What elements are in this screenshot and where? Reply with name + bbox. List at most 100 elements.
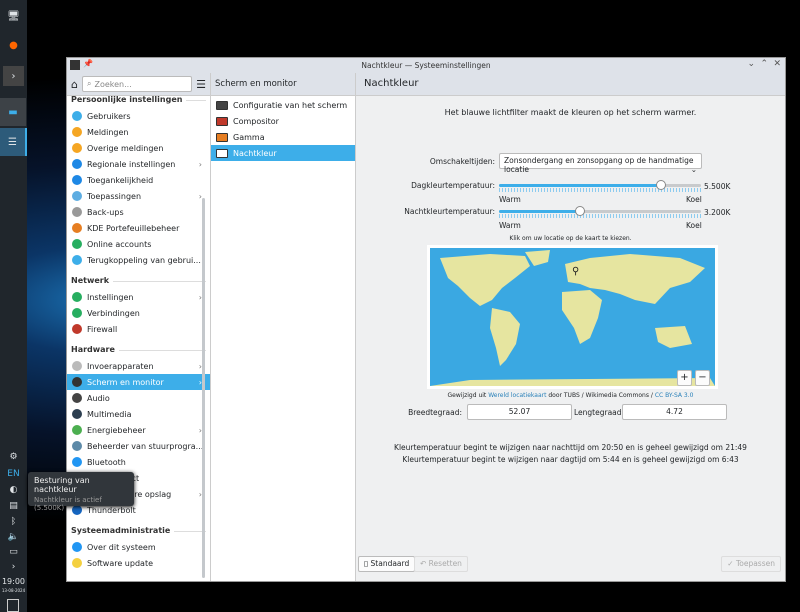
clock-time[interactable]: 19:00 (0, 577, 27, 586)
sidebar-item[interactable]: Terugkoppeling van gebrui... (67, 252, 210, 268)
terminal-icon[interactable]: › (3, 66, 24, 86)
category-icon (72, 542, 82, 552)
intro-text: Het blauwe lichtfilter maakt de kleuren … (444, 108, 697, 117)
display-icon[interactable]: ▭ (0, 547, 27, 557)
default-button[interactable]: ▯ Standaard (358, 556, 416, 572)
chevron-down-icon: ⌄ (690, 165, 697, 174)
category-icon (72, 441, 82, 451)
monitor-icon (216, 132, 228, 142)
volume-icon[interactable]: 🔈 (0, 532, 27, 542)
section-header: Hardware (67, 342, 210, 358)
sidebar-item[interactable]: Overige meldingen (67, 140, 210, 156)
night-temp-slider[interactable] (499, 206, 701, 218)
category-icon (72, 377, 82, 387)
world-map-link[interactable]: Wereld locatiekaart (488, 392, 546, 399)
license-link[interactable]: CC BY-SA 3.0 (655, 392, 694, 399)
night-cool-label: Koel (686, 221, 702, 230)
subpanel-item[interactable]: Nachtkleur (211, 145, 355, 161)
sidebar-item[interactable]: Regionale instellingen › (67, 156, 210, 172)
longitude-label: Lengtegraad: (574, 408, 625, 417)
sidebar-item[interactable]: Software update (67, 555, 210, 571)
sidebar-item[interactable]: Scherm en monitor › (67, 374, 210, 390)
sidebar-item[interactable]: Invoerapparaten › (67, 358, 210, 374)
day-cool-label: Koel (686, 195, 702, 204)
subpanel-item[interactable]: Configuratie van het scherm (211, 97, 355, 113)
chevron-right-icon: › (198, 159, 202, 169)
sidebar-item[interactable]: Verbindingen (67, 305, 210, 321)
category-icon (72, 292, 82, 302)
day-transition-info: Kleurtemperatuur begint te wijzigen naar… (402, 455, 739, 464)
sidebar-item[interactable]: Gebruikers (67, 108, 210, 124)
sidebar-item[interactable]: Audio (67, 390, 210, 406)
subpanel-item[interactable]: Compositor (211, 113, 355, 129)
sidebar-item[interactable]: Toegankelijkheid (67, 172, 210, 188)
category-icon (72, 207, 82, 217)
sidebar-item[interactable]: Bluetooth (67, 454, 210, 470)
title-bar: 📌 Nachtkleur — Systeeminstellingen ⌄ ⌃ ✕ (67, 58, 785, 73)
monitor-icon (216, 116, 228, 126)
sidebar-item[interactable]: Online accounts (67, 236, 210, 252)
sidebar-item[interactable]: KDE Portefeuillebeheer (67, 220, 210, 236)
category-icon (72, 324, 82, 334)
latitude-input[interactable]: 52.07 (467, 404, 572, 420)
latitude-label: Breedtegraad: (408, 408, 462, 417)
show-desktop-button[interactable] (7, 599, 19, 612)
night-warm-label: Warm (499, 221, 521, 230)
night-temp-label: Nachtkleurtemperatuur: (404, 207, 495, 216)
firefox-icon[interactable]: ● (3, 35, 24, 55)
world-map[interactable]: ⚲ + − (430, 248, 715, 386)
system-settings-launcher-icon[interactable]: 🖥 (3, 6, 24, 26)
longitude-input[interactable]: 4.72 (622, 404, 727, 420)
sidebar-item[interactable]: Beheerder van stuurprogra... (67, 438, 210, 454)
day-temp-slider[interactable] (499, 180, 701, 192)
category-icon (72, 457, 82, 467)
menu-icon[interactable]: ☰ (196, 78, 206, 91)
apply-button[interactable]: ✓ Toepassen (721, 556, 781, 572)
category-icon (72, 175, 82, 185)
clipboard-icon[interactable]: ▤ (0, 501, 27, 511)
slider-handle[interactable] (574, 206, 585, 216)
subcategory-panel: Scherm en monitor Configuratie van het s… (210, 73, 355, 581)
slider-handle[interactable] (655, 180, 666, 190)
section-header: Persoonlijke instellingen (67, 92, 210, 108)
sidebar-item[interactable]: Toepassingen › (67, 188, 210, 204)
bluetooth-icon[interactable]: ᛒ (0, 517, 27, 527)
file-manager-icon[interactable]: ▬ (0, 98, 26, 126)
home-icon[interactable]: ⌂ (71, 78, 78, 91)
sidebar-item[interactable]: Over dit systeem (67, 539, 210, 555)
sidebar-item[interactable]: Firewall (67, 321, 210, 337)
map-hint: Klik om uw locatie op de kaart te kiezen… (509, 235, 632, 242)
category-icon (72, 239, 82, 249)
sidebar-item[interactable]: Multimedia (67, 406, 210, 422)
sidebar-item[interactable]: Energiebeheer › (67, 422, 210, 438)
reset-button[interactable]: ↶ Resetten (414, 556, 468, 572)
search-icon: ⌕ (86, 79, 92, 88)
day-temp-label: Dagkleurtemperatuur: (411, 181, 495, 190)
day-temp-value: 5.500K (704, 182, 731, 191)
zoom-in-button[interactable]: + (677, 370, 692, 386)
maximize-button[interactable]: ⌃ (760, 59, 768, 69)
sidebar-scrollbar[interactable] (202, 198, 205, 578)
category-icon (72, 361, 82, 371)
category-icon (72, 191, 82, 201)
system-settings-task-icon[interactable]: ☰ (0, 128, 27, 156)
keyboard-layout[interactable]: EN (0, 469, 27, 479)
night-color-tray-icon[interactable]: ◐ (0, 485, 27, 495)
section-header: Netwerk (67, 273, 210, 289)
category-icon (72, 409, 82, 419)
expand-tray-icon[interactable]: › (0, 562, 27, 572)
switch-times-dropdown[interactable]: Zonsondergang en zonsopgang op de handma… (499, 153, 702, 174)
zoom-out-button[interactable]: − (695, 370, 710, 386)
sidebar-item[interactable]: Back-ups (67, 204, 210, 220)
sidebar-item[interactable]: Instellingen › (67, 289, 210, 305)
search-input[interactable]: ⌕ Zoeken... (81, 76, 193, 92)
night-color-content: Het blauwe lichtfilter maakt de kleuren … (356, 96, 785, 582)
category-icon (72, 159, 82, 169)
network-tray-icon[interactable]: ⚙ (0, 452, 27, 462)
window-title: Nachtkleur — Systeeminstellingen (361, 61, 491, 70)
night-temp-value: 3.200K (704, 208, 731, 217)
close-button[interactable]: ✕ (773, 59, 781, 69)
minimize-button[interactable]: ⌄ (747, 59, 755, 69)
subpanel-item[interactable]: Gamma (211, 129, 355, 145)
sidebar-item[interactable]: Meldingen (67, 124, 210, 140)
